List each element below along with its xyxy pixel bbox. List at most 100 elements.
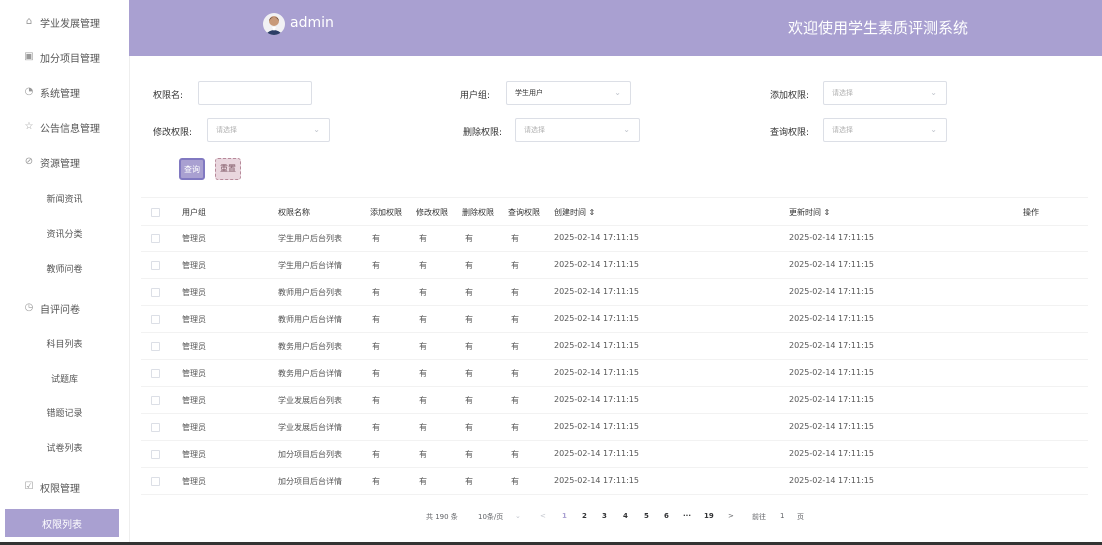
cell-delete: 有 — [465, 261, 473, 270]
chevron-down-icon: ⌄ — [930, 125, 937, 134]
select-all-checkbox[interactable] — [151, 208, 160, 217]
table-row[interactable]: 管理员 教务用户后台详情 有 有 有 有 2025-02-14 17:11:15 2025-0… — [141, 359, 1088, 387]
table-row[interactable]: 管理员 学生用户后台详情 有 有 有 有 2025-02-14 17:11:15 2025-0… — [141, 251, 1088, 279]
row-checkbox[interactable] — [151, 342, 160, 351]
cell-created: 2025-02-14 17:11:15 — [554, 368, 639, 377]
sidebar-item-resource[interactable]: ⊘ 资源管理 — [0, 145, 129, 179]
page-2[interactable]: 2 — [582, 512, 587, 520]
query-perm-select[interactable]: 请选择 ⌄ — [823, 118, 947, 142]
sidebar-item-mistakes[interactable]: 错题记录 — [0, 395, 129, 429]
row-checkbox[interactable] — [151, 288, 160, 297]
cell-delete: 有 — [465, 369, 473, 378]
add-perm-select[interactable]: 请选择 ⌄ — [823, 81, 947, 105]
sidebar-item-bonus[interactable]: ▣ 加分项目管理 — [0, 40, 129, 74]
sidebar-item-permission-list[interactable]: 权限列表 — [5, 509, 119, 537]
row-checkbox[interactable] — [151, 477, 160, 486]
page-3[interactable]: 3 — [602, 512, 607, 520]
user-group-select[interactable]: 学生用户 ⌄ — [506, 81, 631, 105]
col-header-action: 操作 — [1023, 208, 1039, 217]
sidebar-item-teacher-survey[interactable]: 教师问卷 — [0, 251, 129, 285]
sidebar-item-permissions[interactable]: ☑ 权限管理 — [0, 470, 129, 504]
page-size-chevron-icon: ⌄ — [515, 512, 521, 520]
reset-button[interactable]: 重置 — [215, 158, 241, 180]
col-header-query: 查询权限 — [508, 208, 540, 217]
cell-created: 2025-02-14 17:11:15 — [554, 449, 639, 458]
sidebar-item-self-eval[interactable]: ◷ 自评问卷 — [0, 291, 129, 325]
gear-icon: ◔ — [24, 86, 34, 97]
page-19[interactable]: 19 — [704, 512, 714, 520]
cell-name: 教务用户后台列表 — [278, 342, 342, 351]
col-header-updated[interactable]: 更新时间 ⇕ — [789, 207, 830, 218]
username[interactable]: admin — [290, 15, 334, 31]
table-row[interactable]: 管理员 教务用户后台列表 有 有 有 有 2025-02-14 17:11:15 2025-0… — [141, 332, 1088, 360]
query-perm-placeholder: 请选择 — [832, 126, 853, 134]
cell-query: 有 — [511, 315, 519, 324]
cell-group: 管理员 — [182, 288, 206, 297]
row-checkbox[interactable] — [151, 396, 160, 405]
user-group-label: 用户组: — [460, 91, 491, 101]
cell-add: 有 — [372, 342, 380, 351]
cell-delete: 有 — [465, 423, 473, 432]
goto-input[interactable]: 1 — [780, 512, 784, 520]
total-count: 共 190 条 — [426, 513, 458, 521]
cell-updated: 2025-02-14 17:11:15 — [789, 368, 874, 377]
sidebar-item-label: 试卷列表 — [46, 443, 83, 454]
row-checkbox[interactable] — [151, 315, 160, 324]
cell-query: 有 — [511, 396, 519, 405]
row-checkbox[interactable] — [151, 423, 160, 432]
page-6[interactable]: 6 — [664, 512, 669, 520]
table-row[interactable]: 管理员 教师用户后台详情 有 有 有 有 2025-02-14 17:11:15 2025-0… — [141, 305, 1088, 333]
sidebar-item-system[interactable]: ◔ 系统管理 — [0, 75, 129, 109]
delete-perm-placeholder: 请选择 — [524, 126, 545, 134]
perm-name-input[interactable] — [198, 81, 312, 105]
more-pages[interactable]: ··· — [683, 512, 691, 520]
sidebar-item-label: 教师问卷 — [46, 264, 83, 275]
cell-created: 2025-02-14 17:11:15 — [554, 287, 639, 296]
row-checkbox[interactable] — [151, 369, 160, 378]
sidebar-item-academic[interactable]: ⌂ 学业发展管理 — [0, 5, 129, 39]
compass-icon: ⊘ — [24, 156, 34, 167]
avatar[interactable] — [263, 13, 285, 35]
modify-perm-select[interactable]: 请选择 ⌄ — [207, 118, 330, 142]
sidebar-item-news-category[interactable]: 资讯分类 — [0, 216, 129, 250]
sidebar-item-subjects[interactable]: 科目列表 — [0, 326, 129, 360]
cell-delete: 有 — [465, 288, 473, 297]
cell-delete: 有 — [465, 477, 473, 486]
delete-perm-select[interactable]: 请选择 ⌄ — [515, 118, 640, 142]
page-1[interactable]: 1 — [562, 512, 567, 520]
table-row[interactable]: 管理员 学生用户后台列表 有 有 有 有 2025-02-14 17:11:15 2025-0… — [141, 224, 1088, 252]
page-size-select[interactable]: 10条/页 — [478, 512, 503, 522]
cell-updated: 2025-02-14 17:11:15 — [789, 395, 874, 404]
page-4[interactable]: 4 — [623, 512, 628, 520]
sidebar-item-notice[interactable]: ☆ 公告信息管理 — [0, 110, 129, 144]
cell-name: 学业发展后台列表 — [278, 396, 342, 405]
table-row[interactable]: 管理员 教师用户后台列表 有 有 有 有 2025-02-14 17:11:15 2025-0… — [141, 278, 1088, 306]
user-group-value: 学生用户 — [515, 89, 543, 97]
search-button[interactable]: 查询 — [179, 158, 205, 180]
table-row[interactable]: 管理员 加分项目后台列表 有 有 有 有 2025-02-14 17:11:15 2025-0… — [141, 440, 1088, 468]
cell-modify: 有 — [419, 288, 427, 297]
chevron-down-icon: ⌄ — [313, 125, 320, 134]
cell-query: 有 — [511, 369, 519, 378]
sidebar-item-question-bank[interactable]: 试题库 — [0, 361, 129, 395]
row-checkbox[interactable] — [151, 450, 160, 459]
chevron-down-icon: ⌄ — [614, 88, 621, 97]
home-icon: ⌂ — [25, 16, 33, 27]
col-header-created[interactable]: 创建时间 ⇕ — [554, 207, 595, 218]
page-5[interactable]: 5 — [644, 512, 649, 520]
next-page-button[interactable]: > — [728, 512, 734, 520]
sidebar-item-papers[interactable]: 试卷列表 — [0, 430, 129, 464]
table-row[interactable]: 管理员 学业发展后台详情 有 有 有 有 2025-02-14 17:11:15 2025-0… — [141, 413, 1088, 441]
col-header-delete: 删除权限 — [462, 208, 494, 217]
cell-add: 有 — [372, 261, 380, 270]
col-header-group: 用户组 — [182, 208, 206, 217]
cell-name: 教务用户后台详情 — [278, 369, 342, 378]
row-checkbox[interactable] — [151, 234, 160, 243]
cell-add: 有 — [372, 423, 380, 432]
row-checkbox[interactable] — [151, 261, 160, 270]
cell-group: 管理员 — [182, 396, 206, 405]
sidebar-item-news[interactable]: 新闻资讯 — [0, 181, 129, 215]
table-row[interactable]: 管理员 加分项目后台详情 有 有 有 有 2025-02-14 17:11:15 2025-0… — [141, 467, 1088, 495]
table-row[interactable]: 管理员 学业发展后台列表 有 有 有 有 2025-02-14 17:11:15 2025-0… — [141, 386, 1088, 414]
prev-page-button[interactable]: < — [540, 512, 546, 520]
